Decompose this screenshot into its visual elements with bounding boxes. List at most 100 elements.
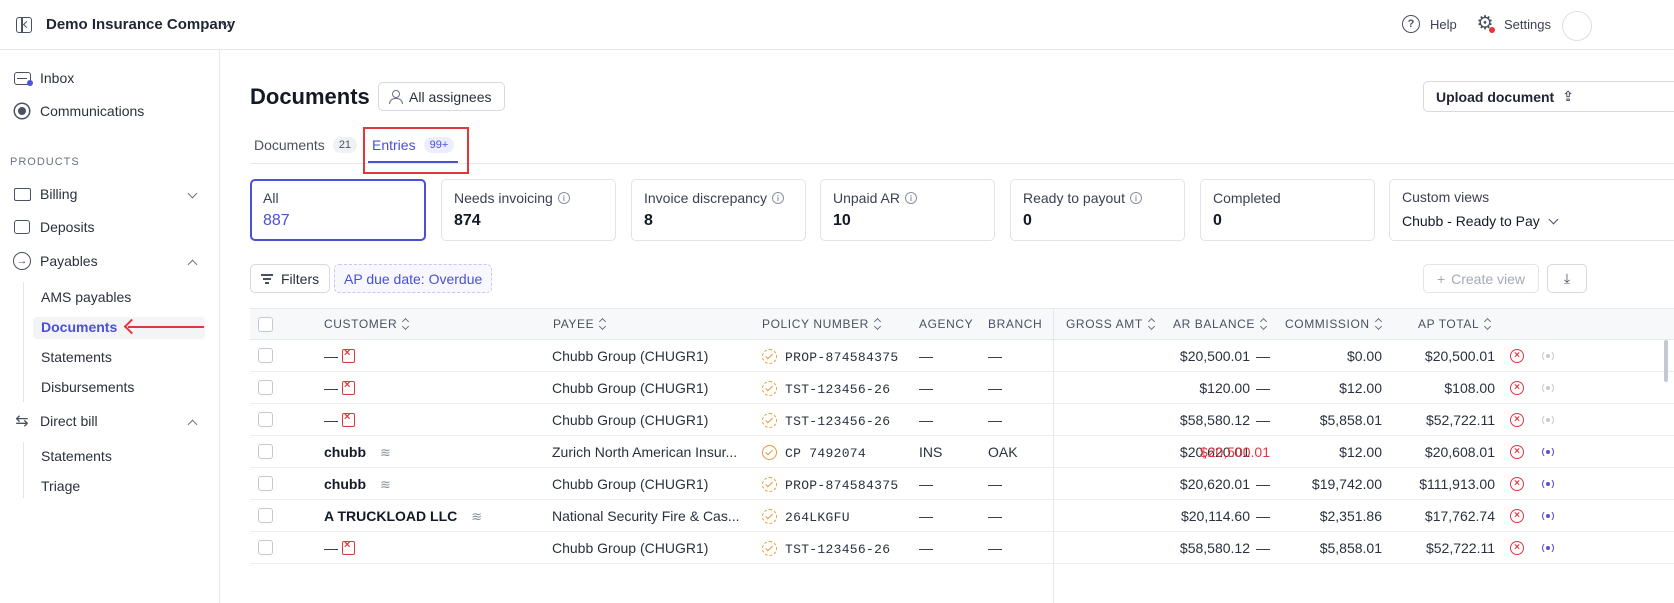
- policy-number-link[interactable]: TST-123456-26: [785, 382, 890, 397]
- chevron-down-icon[interactable]: [187, 188, 198, 199]
- layers-icon: ≋: [380, 477, 391, 492]
- info-icon[interactable]: i: [1129, 192, 1142, 204]
- info-icon[interactable]: i: [771, 192, 784, 204]
- chevron-up-icon[interactable]: [187, 419, 198, 430]
- table-scrollbar[interactable]: [1664, 340, 1668, 382]
- table-row[interactable]: — Chubb Group (CHUGR1) TST-123456-26 — —…: [250, 404, 1674, 436]
- sidebar-item-direct-bill[interactable]: ⇆ Direct bill: [12, 410, 98, 432]
- row-checkbox[interactable]: [258, 476, 273, 491]
- broadcast-icon[interactable]: [1542, 478, 1554, 490]
- card-value: 0: [1213, 212, 1222, 229]
- policy-number-link[interactable]: PROP-874584375: [785, 478, 898, 493]
- broadcast-icon[interactable]: [1542, 414, 1554, 426]
- policy-number-link[interactable]: TST-123456-26: [785, 542, 890, 557]
- row-checkbox[interactable]: [258, 508, 273, 523]
- filter-chip-ap-due-date[interactable]: AP due date: Overdue: [334, 264, 493, 293]
- branch-cell: OAK: [988, 444, 1018, 460]
- download-icon: ⤓: [1563, 270, 1571, 286]
- column-header-customer[interactable]: CUSTOMER: [324, 317, 409, 331]
- chevron-up-icon[interactable]: [187, 259, 198, 270]
- row-checkbox[interactable]: [258, 348, 273, 363]
- assignees-filter-button[interactable]: All assignees: [378, 82, 505, 111]
- info-icon[interactable]: i: [557, 192, 570, 204]
- help-button[interactable]: ? Help: [1402, 15, 1457, 33]
- table-row[interactable]: A TRUCKLOAD LLC ≋ National Security Fire …: [250, 500, 1674, 532]
- avatar[interactable]: [1562, 11, 1592, 41]
- policy-number-link[interactable]: PROP-874584375: [785, 350, 898, 365]
- sidebar-item-billing[interactable]: Billing: [12, 183, 77, 205]
- column-header-ap-total[interactable]: AP TOTAL: [1418, 317, 1491, 331]
- branch-cell: —: [988, 540, 1002, 556]
- table-row[interactable]: — Chubb Group (CHUGR1) TST-123456-26 — —…: [250, 372, 1674, 404]
- tab-documents[interactable]: Documents 21: [254, 137, 358, 153]
- filter-icon: [261, 274, 273, 284]
- sidebar-item-direct-statements[interactable]: Statements: [41, 448, 112, 464]
- policy-number-link[interactable]: CP 7492074: [785, 446, 866, 461]
- status-card-all[interactable]: All 887: [250, 179, 426, 241]
- swap-icon: ⇆: [15, 413, 29, 430]
- sidebar-item-inbox[interactable]: Inbox: [12, 67, 74, 89]
- custom-views-select[interactable]: Custom views Chubb - Ready to Pay: [1389, 179, 1674, 241]
- table-row[interactable]: chubb ≋ Zurich North American Insur... CP…: [250, 436, 1674, 468]
- status-card-invoice-discrepancy[interactable]: Invoice discrepancy i 8: [631, 179, 806, 241]
- status-card-completed[interactable]: Completed 0: [1200, 179, 1375, 241]
- row-checkbox[interactable]: [258, 444, 273, 459]
- sidebar-item-payables[interactable]: → Payables: [12, 250, 98, 272]
- broadcast-icon[interactable]: [1542, 510, 1554, 522]
- settings-button[interactable]: ⚙ Settings: [1476, 14, 1551, 33]
- create-view-label: Create view: [1451, 270, 1526, 287]
- card-label: Ready to payout: [1023, 190, 1125, 206]
- status-card-ready-to-payout[interactable]: Ready to payout i 0: [1010, 179, 1185, 241]
- reject-icon[interactable]: ×: [1510, 381, 1524, 395]
- sidebar-item-statements[interactable]: Statements: [41, 349, 112, 365]
- column-header-gross-amt[interactable]: GROSS AMT: [1066, 317, 1155, 331]
- table-row[interactable]: — Chubb Group (CHUGR1) PROP-874584375 — …: [250, 340, 1674, 372]
- sidebar-item-ams-payables[interactable]: AMS payables: [41, 289, 131, 305]
- table-row[interactable]: — Chubb Group (CHUGR1) TST-123456-26 — —…: [250, 532, 1674, 564]
- column-header-ar-balance[interactable]: AR BALANCE: [1173, 317, 1267, 331]
- company-switcher[interactable]: Demo Insurance Company: [46, 16, 235, 33]
- info-icon[interactable]: i: [904, 192, 917, 204]
- column-header-payee[interactable]: PAYEE: [553, 317, 606, 331]
- create-view-button[interactable]: + Create view: [1423, 264, 1539, 293]
- customer-cell: chubb: [324, 444, 366, 460]
- table-row[interactable]: chubb ≋ Chubb Group (CHUGR1) PROP-8745843…: [250, 468, 1674, 500]
- commission-cell: $19,742.00: [1311, 476, 1382, 492]
- select-all-checkbox[interactable]: [258, 317, 273, 332]
- broadcast-icon[interactable]: [1542, 382, 1554, 394]
- sidebar-item-communications[interactable]: Communications: [12, 100, 144, 122]
- policy-number-link[interactable]: TST-123456-26: [785, 414, 890, 429]
- filters-button[interactable]: Filters: [250, 264, 331, 293]
- policy-status-icon: [762, 477, 777, 492]
- reject-icon[interactable]: ×: [1510, 509, 1524, 523]
- broadcast-icon[interactable]: [1542, 542, 1554, 554]
- download-button[interactable]: ⤓: [1547, 264, 1587, 293]
- sidebar-toggle-icon[interactable]: [16, 17, 32, 33]
- card-label: Needs invoicing: [454, 190, 553, 206]
- reject-icon[interactable]: ×: [1510, 445, 1524, 459]
- reject-icon[interactable]: ×: [1510, 541, 1524, 555]
- sidebar-item-triage[interactable]: Triage: [41, 478, 80, 494]
- column-header-policy-number[interactable]: POLICY NUMBER: [762, 317, 881, 331]
- broadcast-icon[interactable]: [1542, 350, 1554, 362]
- sidebar-item-label: Direct bill: [40, 413, 98, 429]
- sidebar-item-disbursements[interactable]: Disbursements: [41, 379, 134, 395]
- commission-cell: $5,858.01: [1319, 540, 1382, 556]
- broadcast-icon[interactable]: [1542, 446, 1554, 458]
- row-checkbox[interactable]: [258, 540, 273, 555]
- policy-number-link[interactable]: 264LKGFU: [785, 510, 850, 525]
- upload-document-button[interactable]: Upload document ⇪: [1423, 81, 1674, 112]
- row-checkbox[interactable]: [258, 412, 273, 427]
- reject-icon[interactable]: ×: [1510, 413, 1524, 427]
- column-header-commission[interactable]: COMMISSION: [1285, 317, 1382, 331]
- status-card-unpaid-ar[interactable]: Unpaid AR i 10: [820, 179, 995, 241]
- column-label: CUSTOMER: [324, 317, 398, 331]
- commission-cell: $12.00: [1339, 380, 1382, 396]
- reject-icon[interactable]: ×: [1510, 477, 1524, 491]
- sidebar-item-deposits[interactable]: Deposits: [12, 216, 94, 238]
- status-card-needs-invoicing[interactable]: Needs invoicing i 874: [441, 179, 616, 241]
- sidebar-item-documents[interactable]: Documents: [41, 319, 117, 335]
- reject-icon[interactable]: ×: [1510, 349, 1524, 363]
- row-checkbox[interactable]: [258, 380, 273, 395]
- sidebar-item-label: Payables: [40, 253, 98, 269]
